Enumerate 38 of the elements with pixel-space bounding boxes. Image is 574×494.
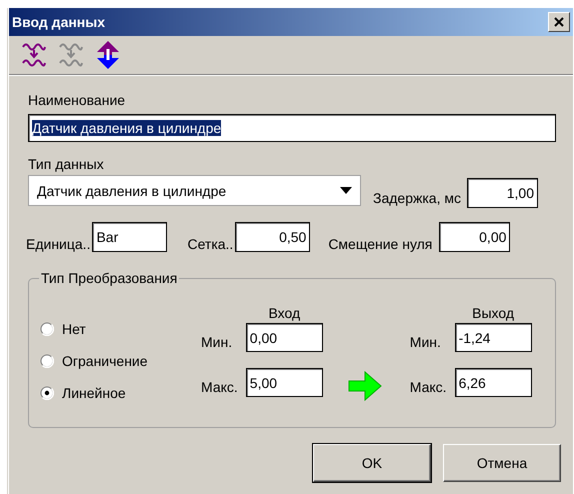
field-label: Вход xyxy=(267,305,302,321)
up-down-arrow-icon[interactable] xyxy=(95,40,121,70)
radio-empty-icon[interactable] xyxy=(40,322,54,336)
input-field[interactable]: Bar xyxy=(92,222,168,252)
radio-button[interactable]: Нет xyxy=(40,313,200,345)
dropdown[interactable]: Датчик давления в цилиндре xyxy=(28,175,361,206)
caret-icon xyxy=(340,187,352,194)
field-label: Задержка, мс xyxy=(373,190,461,206)
field-label: Сетка.. xyxy=(187,236,234,252)
field-label: Макс. xyxy=(410,379,447,395)
dialog-button[interactable]: Отмена xyxy=(443,444,561,482)
wave-arrow-icon[interactable] xyxy=(21,41,47,69)
field-label: Смещение нуля xyxy=(328,236,432,252)
input-field[interactable]: 0,00 xyxy=(439,222,510,252)
field-label: Единица.. xyxy=(26,236,90,252)
close-button[interactable] xyxy=(548,12,570,32)
input-field[interactable]: -1,24 xyxy=(454,323,532,352)
close-icon xyxy=(553,16,565,28)
input-field[interactable]: Датчик давления в цилиндре xyxy=(28,114,556,142)
group-title: Тип Преобразования xyxy=(39,270,180,286)
field-label: Мин. xyxy=(201,334,234,350)
field-label: Тип данных xyxy=(28,156,105,172)
field-label: Наименование xyxy=(28,92,126,108)
radio-checked-icon[interactable] xyxy=(40,386,54,400)
field-label: Макс. xyxy=(201,379,238,395)
arrow-right-icon xyxy=(348,371,382,401)
input-field[interactable]: 0,00 xyxy=(246,323,323,352)
input-field[interactable]: 0,50 xyxy=(235,222,310,252)
input-field[interactable]: 6,26 xyxy=(454,368,532,397)
window-title: Ввод данных xyxy=(12,14,106,30)
dialog-button[interactable]: OK xyxy=(313,444,431,482)
radio-empty-icon[interactable] xyxy=(40,354,54,368)
radio-button[interactable]: Ограничение xyxy=(40,345,200,377)
field-label: Выход xyxy=(471,305,515,321)
radio-button[interactable]: Линейное xyxy=(40,377,200,409)
input-field[interactable]: 5,00 xyxy=(246,368,323,397)
input-field[interactable]: 1,00 xyxy=(466,178,538,208)
field-label: Мин. xyxy=(410,334,442,350)
